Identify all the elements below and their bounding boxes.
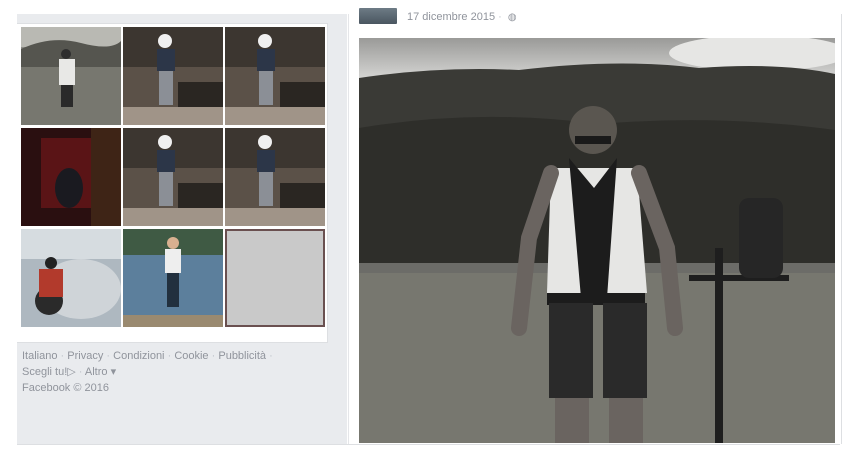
photo-thumbnail[interactable] (21, 128, 121, 226)
photo-thumbnail[interactable] (123, 27, 223, 125)
post-card: 17 dicembre 2015 · ◍ (348, 8, 842, 444)
post-date: 17 dicembre 2015 (407, 11, 496, 23)
caret-down-icon: ▾ (110, 366, 117, 378)
footer-link-advertising[interactable]: Pubblicità (218, 350, 266, 362)
footer-link-terms[interactable]: Condizioni (113, 350, 164, 362)
globe-icon: ◍ (507, 12, 517, 23)
footer-link-more[interactable]: Altro ▾ (85, 366, 116, 378)
photos-grid (17, 23, 328, 343)
post-photo[interactable] (359, 38, 835, 443)
photo-thumbnail[interactable] (21, 229, 121, 327)
footer-link-ad-choices[interactable]: Scegli tu!▷ (22, 366, 76, 378)
post-actions-bar (17, 444, 840, 466)
footer-copyright: Facebook © 2016 (22, 382, 109, 394)
ad-choices-icon: ▷ (67, 366, 76, 378)
photo-thumbnail[interactable] (21, 27, 121, 125)
avatar[interactable] (359, 8, 397, 24)
photo-thumbnail[interactable] (123, 128, 223, 226)
photo-thumbnail[interactable] (225, 229, 325, 327)
more-label: Altro (84, 366, 108, 378)
photo-thumbnail[interactable] (123, 229, 223, 327)
post-timestamp[interactable]: 17 dicembre 2015 · ◍ (407, 11, 517, 23)
footer-link-cookies[interactable]: Cookie (174, 350, 208, 362)
ad-choices-label: Scegli tu! (22, 366, 68, 378)
page-footer: Italiano · Privacy · Condizioni · Cookie… (22, 350, 273, 394)
photo-thumbnail[interactable] (225, 27, 325, 125)
left-column: Italiano · Privacy · Condizioni · Cookie… (17, 14, 347, 444)
footer-link-privacy[interactable]: Privacy (67, 350, 103, 362)
photo-thumbnail[interactable] (225, 128, 325, 226)
footer-link-language[interactable]: Italiano (22, 350, 57, 362)
